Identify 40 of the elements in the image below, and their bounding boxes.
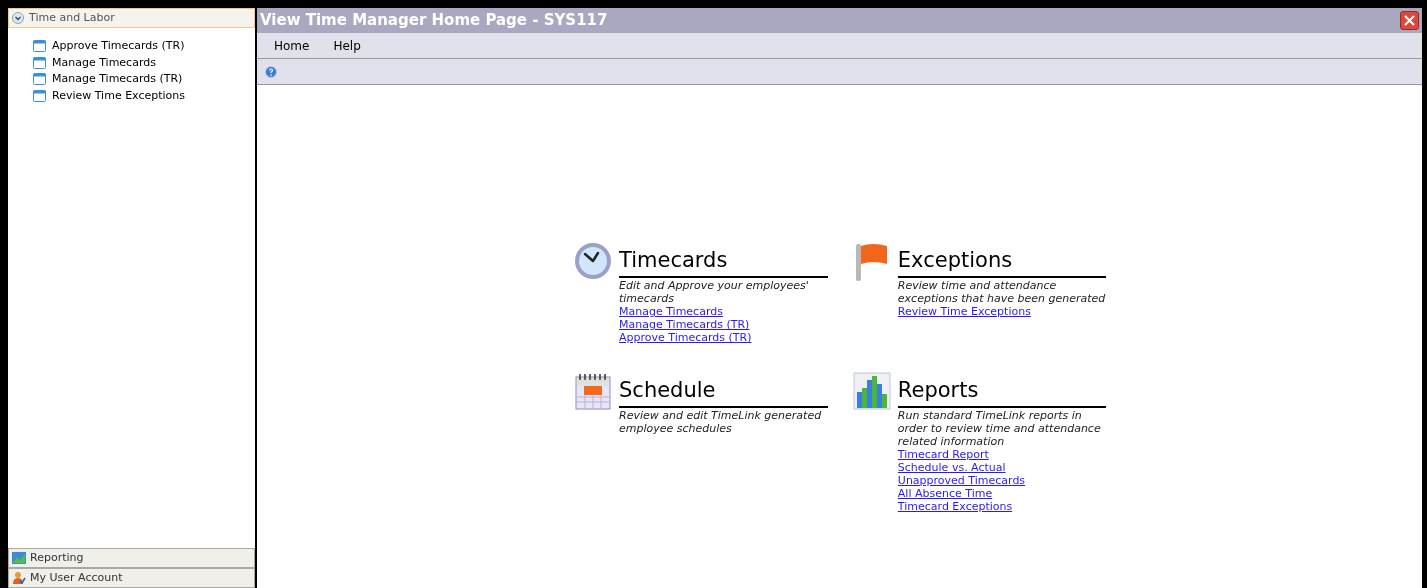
section-link[interactable]: Timecard Exceptions <box>897 500 1013 513</box>
section-title: Timecards <box>619 242 828 278</box>
sidebar-item[interactable]: Manage Timecards <box>33 54 255 71</box>
section-link[interactable]: Approve Timecards (TR) <box>619 331 752 344</box>
calendar-icon <box>574 372 612 410</box>
window-icon <box>33 56 46 69</box>
section-title: Schedule <box>619 372 828 408</box>
sidebar-header[interactable]: Time and Labor <box>8 8 255 28</box>
section-title: Reports <box>897 372 1106 408</box>
section-link[interactable]: Manage Timecards (TR) <box>619 318 750 331</box>
bar-chart-icon <box>852 372 891 410</box>
panel-tab[interactable]: My User Account <box>8 568 255 588</box>
section-description: Review and edit TimeLink generated employee schedules <box>619 409 823 435</box>
window-icon <box>33 40 46 53</box>
section-title: Exceptions <box>897 242 1106 278</box>
section-link[interactable]: Timecard Report <box>897 448 989 461</box>
section-link[interactable]: All Absence Time <box>897 487 993 500</box>
sidebar-item[interactable]: Approve Timecards (TR) <box>33 38 255 55</box>
chevron-down-icon <box>12 12 24 24</box>
user-icon <box>12 571 26 585</box>
close-button[interactable] <box>1400 11 1419 30</box>
section-description: Edit and Approve your employees' timecards <box>619 279 810 305</box>
help-icon[interactable] <box>265 65 277 78</box>
clock-icon <box>574 242 612 280</box>
section-link[interactable]: Manage Timecards <box>619 305 723 318</box>
section-description: Run standard TimeLink reports in order to review time and attendance related information <box>897 409 1102 448</box>
sidebar-item[interactable]: Review Time Exceptions <box>33 87 255 104</box>
close-icon <box>1404 15 1415 26</box>
window-icon <box>33 73 46 86</box>
section-link[interactable]: Unapproved Timecards <box>897 474 1026 487</box>
window-title: View Time Manager Home Page - SYS117 <box>260 10 608 32</box>
menu-item[interactable]: Home <box>269 36 315 55</box>
panel-tab[interactable]: Reporting <box>8 548 255 568</box>
section-link[interactable]: Schedule vs. Actual <box>897 461 1006 474</box>
section-description: Review time and attendance exceptions that have been generated <box>897 279 1106 305</box>
window-icon <box>33 89 46 102</box>
section-link[interactable]: Review Time Exceptions <box>897 305 1031 318</box>
menu-item[interactable]: Help <box>328 36 366 55</box>
sidebar-item[interactable]: Manage Timecards (TR) <box>33 71 255 88</box>
chart-icon <box>12 552 26 564</box>
